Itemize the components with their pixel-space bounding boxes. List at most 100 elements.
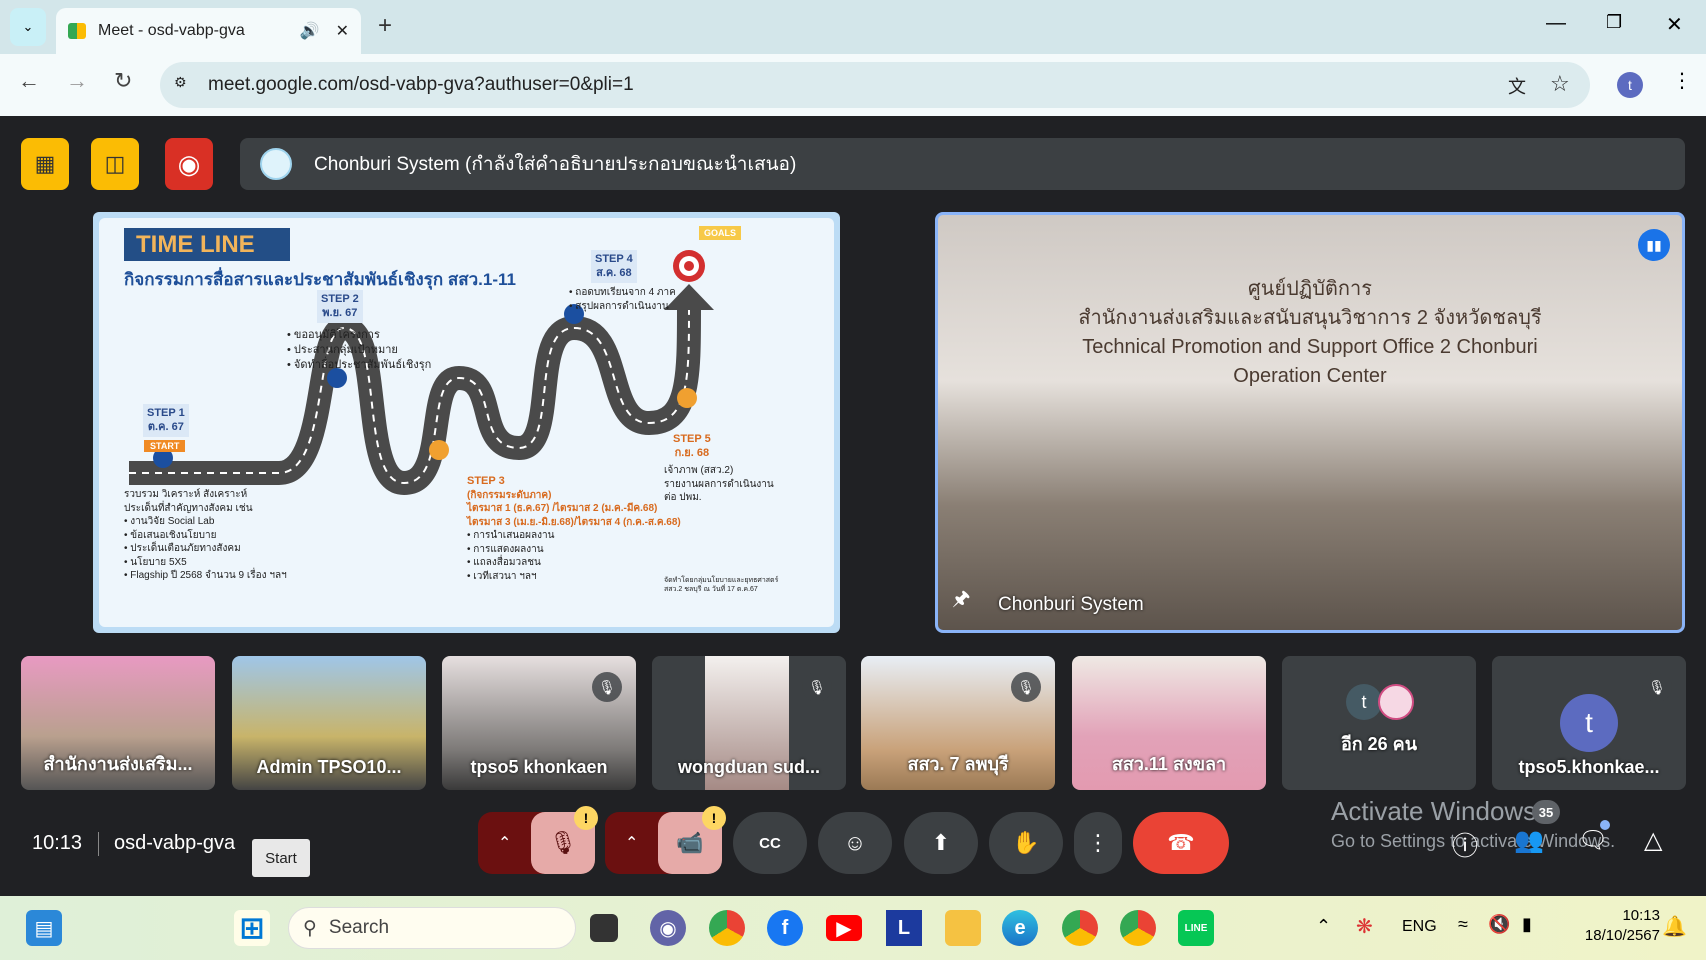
divider <box>98 832 99 856</box>
step4-label: STEP 4 ส.ค. 68 <box>591 250 637 283</box>
step3-text: STEP 3 (กิจกรรมระดับภาค) ไตรมาส 1 (ธ.ค.6… <box>467 475 681 582</box>
wifi-icon[interactable]: ≈ <box>1458 914 1468 935</box>
taskbar-search[interactable]: ⚲ Search <box>288 907 576 949</box>
chrome-icon[interactable] <box>709 910 745 946</box>
step2-label: STEP 2 พ.ย. 67 <box>317 290 363 323</box>
avatar: t <box>1346 684 1382 720</box>
youtube-icon[interactable]: ▶ <box>826 915 862 941</box>
browser-tab[interactable]: Meet - osd-vabp-gva 🔊 ✕ <box>56 8 361 54</box>
taskbar-clock[interactable]: 10:13 18/10/2567 <box>1560 906 1660 947</box>
participant-tile[interactable]: สสว.11 สงขลา <box>1072 656 1266 790</box>
url-text: meet.google.com/osd-vabp-gva?authuser=0&… <box>208 74 634 95</box>
record-button[interactable]: ◉ <box>165 138 213 190</box>
warning-icon: ! <box>702 806 726 830</box>
meeting-clock: 10:13 <box>32 832 83 854</box>
step2-text: • ขออนุมัติโครงการ • ประสานกลุ่มเป้าหมาย •… <box>287 329 432 371</box>
hide-annotations-button[interactable]: ▦ <box>21 138 69 190</box>
participant-count-badge: 35 <box>1532 800 1560 824</box>
bookmark-star-icon[interactable]: ☆ <box>1550 71 1570 97</box>
speaker-icon[interactable]: 🔊 <box>300 21 320 41</box>
end-call-button[interactable]: ☎ <box>1133 812 1229 874</box>
main-video-name: Chonburi System <box>998 594 1144 615</box>
participant-tile[interactable]: 🎙 tpso5 khonkaen <box>442 656 636 790</box>
line-icon[interactable]: LINE <box>1178 910 1214 946</box>
exit-annotation-button[interactable]: ◫ <box>91 138 139 190</box>
start-label: START <box>144 440 186 452</box>
chrome-profile-icon[interactable] <box>1062 910 1098 946</box>
video-backdrop-sign: ศูนย์ปฏิบัติการ สำนักงานส่งเสริมและสนับสน… <box>1078 278 1542 387</box>
search-icon: ⚲ <box>303 917 317 939</box>
forward-icon[interactable]: → <box>66 68 88 94</box>
tab-title: Meet - osd-vabp-gva <box>98 22 245 39</box>
mic-off-icon: 🎙 <box>1011 672 1041 702</box>
raise-hand-button[interactable]: ✋ <box>989 812 1063 874</box>
facebook-icon[interactable]: f <box>767 910 803 946</box>
browser-tab-bar: ⌄ Meet - osd-vabp-gva 🔊 ✕ + — ❐ ✕ <box>0 0 1706 54</box>
translate-icon[interactable]: 文 <box>1508 73 1526 99</box>
edge-icon[interactable]: e <box>1002 910 1038 946</box>
slide-credit: จัดทำโดยกลุ่มนโยบายและยุทธศาสตร์ สสว.2 ชล… <box>664 577 779 594</box>
present-button[interactable]: ⬆ <box>904 812 978 874</box>
speaking-indicator-icon: ▮▮ <box>1638 229 1670 261</box>
mic-off-icon: 🎙 <box>592 672 622 702</box>
more-options-button[interactable]: ⋮ <box>1074 812 1122 874</box>
activate-windows-title: Activate Windows <box>1331 796 1537 826</box>
presenter-banner-text: Chonburi System (กำลังใส่คำอธิบายประกอบข… <box>314 154 797 175</box>
language-indicator[interactable]: ENG <box>1402 918 1437 936</box>
more-participants-tile[interactable]: t อีก 26 คน <box>1282 656 1476 790</box>
presentation-slide: TIME LINE กิจกรรมการสื่อสารและประชาสัมพั… <box>93 212 840 633</box>
step4-text: • ถอดบทเรียนจาก 4 ภาค • สรุปผลการดำเนินงา… <box>569 287 676 312</box>
notifications-icon[interactable]: 🔔 <box>1662 914 1687 939</box>
mic-off-icon: 🎙 <box>1642 672 1672 702</box>
step5-text: เจ้าภาพ (สสว.2) รายงานผลการดำเนินงาน ต่อ ป… <box>664 465 774 503</box>
mic-off-icon: 🎙 <box>802 672 832 702</box>
windows-taskbar: ▤ ⊞ ⚲ Search ◉ f ▶ L e LINE ⌃ ❋ ENG ≈ 🔇 ▮… <box>0 896 1706 960</box>
site-settings-icon[interactable]: ⚙ <box>174 74 187 91</box>
close-tab-icon[interactable]: ✕ <box>336 21 349 41</box>
warning-icon: ! <box>574 806 598 830</box>
new-tab-button[interactable]: + <box>378 12 392 40</box>
tray-app-icon[interactable]: ❋ <box>1356 914 1373 939</box>
step1-text: รวบรวม วิเคราะห์ สังเคราะห์ ประเด็นที่สำค… <box>124 489 287 581</box>
chrome-active-icon[interactable] <box>1120 910 1156 946</box>
avatar: t <box>1560 694 1618 752</box>
battery-icon[interactable]: ▮ <box>1522 914 1532 935</box>
chat-icon[interactable]: 🗨 <box>1578 826 1608 855</box>
minimize-button[interactable]: — <box>1546 12 1566 35</box>
url-bar[interactable]: ⚙ meet.google.com/osd-vabp-gva?authuser=… <box>160 62 1590 108</box>
goals-label: GOALS <box>699 226 742 240</box>
reload-icon[interactable]: ↻ <box>114 68 132 94</box>
back-icon[interactable]: ← <box>18 68 40 94</box>
participant-tile[interactable]: 🎙 สสว. 7 ลพบุรี <box>861 656 1055 790</box>
presenter-banner: Chonburi System (กำลังใส่คำอธิบายประกอบข… <box>240 138 1685 190</box>
teams-icon[interactable]: ◉ <box>650 910 686 946</box>
task-view-icon[interactable] <box>590 914 618 942</box>
participant-tile[interactable]: 🎙 wongduan sud... <box>652 656 846 790</box>
close-window-button[interactable]: ✕ <box>1666 12 1683 37</box>
start-button[interactable]: ⊞ <box>234 910 270 946</box>
restore-button[interactable]: ❐ <box>1606 12 1622 33</box>
participant-tile[interactable]: สำนักงานส่งเสริม... <box>21 656 215 790</box>
file-explorer-icon[interactable] <box>945 910 981 946</box>
tab-search-button[interactable]: ⌄ <box>10 8 46 46</box>
emoji-button[interactable]: ☺ <box>818 812 892 874</box>
participant-tile[interactable]: Admin TPSO10... <box>232 656 426 790</box>
meeting-code: osd-vabp-gva <box>114 832 236 854</box>
activities-icon[interactable]: △ <box>1644 826 1662 855</box>
browser-menu-icon[interactable]: ⋮ <box>1672 68 1692 93</box>
profile-avatar[interactable]: t <box>1617 72 1643 98</box>
main-video-feed[interactable]: ศูนย์ปฏิบัติการ สำนักงานส่งเสริมและสนับสน… <box>935 212 1685 633</box>
meeting-details-icon[interactable]: ⓘ <box>1452 826 1478 863</box>
people-icon[interactable]: 👥 <box>1514 826 1544 855</box>
step1-label: STEP 1 ต.ค. 67 <box>143 404 189 437</box>
captions-button[interactable]: CC <box>733 812 807 874</box>
show-hidden-icons[interactable]: ⌃ <box>1316 916 1331 937</box>
participant-tile[interactable]: 🎙 t tpso5.khonkae... <box>1492 656 1686 790</box>
presenter-logo <box>260 148 292 180</box>
chat-notification-dot <box>1600 820 1610 830</box>
volume-muted-icon[interactable]: 🔇 <box>1488 914 1510 935</box>
pin-icon[interactable]: 🖈 <box>952 584 971 618</box>
l-app-icon[interactable]: L <box>886 910 922 946</box>
avatar <box>1378 684 1414 720</box>
widgets-icon[interactable]: ▤ <box>26 910 62 946</box>
